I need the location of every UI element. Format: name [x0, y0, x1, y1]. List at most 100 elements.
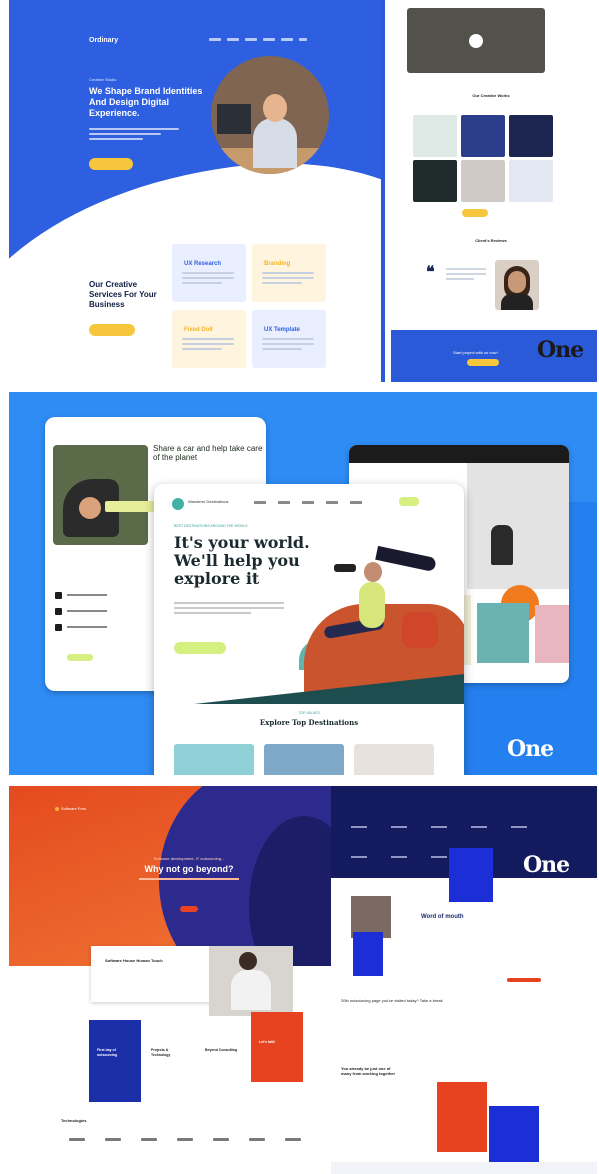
beyond-text: You already be just one of many from wor… — [341, 1066, 396, 1076]
footer-strip — [331, 1162, 597, 1174]
hero-headline: Why not go beyond? — [144, 864, 234, 874]
carshare-feature-list — [55, 572, 115, 640]
work-thumbnail[interactable] — [509, 160, 553, 202]
hero-photo-man-at-desk — [211, 56, 329, 174]
hero-cta-button[interactable] — [89, 158, 133, 170]
showcase-panel-software: Software Pros Software development, IT o… — [9, 786, 597, 1174]
agency-nav: Ordinary — [89, 37, 341, 49]
hero-headline: It's your world. We'll help you explore … — [174, 533, 310, 588]
more-works-button[interactable] — [462, 209, 488, 217]
showcase-panel-travel: Share a car and help take care of the pl… — [9, 392, 597, 775]
intro-card-title: Software House Human Touch — [105, 958, 163, 963]
highlight-tile[interactable] — [449, 848, 493, 902]
intro-card: Software House Human Touch — [91, 946, 213, 1002]
agency-portfolio-page: Our Creative Works Client's Reviews ❝ St… — [385, 0, 597, 382]
nav-item[interactable] — [278, 501, 290, 504]
hero-cta-button[interactable] — [174, 642, 226, 654]
illustration-hair — [375, 545, 437, 573]
nav-item[interactable] — [209, 38, 221, 41]
service-tile[interactable]: Let's talk! — [251, 1012, 303, 1082]
team-photo — [209, 946, 293, 1016]
work-thumbnail[interactable] — [413, 160, 457, 202]
travel-logo-text: Wanderer Destinations — [188, 499, 229, 504]
binoculars-icon — [334, 564, 356, 572]
destination-card[interactable] — [174, 744, 254, 775]
play-icon[interactable] — [469, 34, 483, 48]
carshare-button[interactable] — [67, 654, 93, 661]
artwork — [477, 603, 529, 663]
one-brand-logo: One — [523, 852, 570, 878]
quote-icon: ❝ — [426, 264, 435, 281]
feature-icon — [55, 608, 62, 615]
team-meeting-photo — [407, 8, 545, 73]
destination-card[interactable] — [264, 744, 344, 775]
nav-item[interactable] — [302, 501, 314, 504]
service-card[interactable]: Fixed Doll — [172, 310, 246, 368]
nav-item[interactable] — [326, 501, 338, 504]
illustration-body — [359, 582, 385, 628]
team-card[interactable] — [437, 1082, 487, 1152]
software-logo[interactable]: Software Pros — [61, 806, 86, 811]
nav-item[interactable] — [350, 501, 362, 504]
illustration-head — [364, 562, 382, 582]
word-of-mouth-title: Word of mouth — [421, 914, 464, 920]
work-thumbnail[interactable] — [509, 115, 553, 157]
works-title: Our Creative Works — [472, 93, 510, 98]
showcase-panel-agency: Ordinary Creative Studio We Shape Brand … — [9, 0, 597, 382]
agency-landing-page: Ordinary Creative Studio We Shape Brand … — [9, 0, 381, 382]
service-card-title: UX Research — [184, 261, 222, 267]
service-card[interactable]: Branding — [252, 244, 326, 302]
feature-icon — [55, 624, 62, 631]
services-title: Our Creative Services For Your Business — [89, 280, 157, 309]
hero-paragraph — [174, 602, 284, 617]
hero-headline: We Shape Brand Identities And Design Dig… — [89, 86, 203, 118]
service-tile[interactable]: Beyond Consulting — [197, 1020, 249, 1102]
feature-icon — [55, 592, 62, 599]
work-thumbnail[interactable] — [413, 115, 457, 157]
car-photo — [53, 445, 148, 545]
signup-button[interactable] — [399, 497, 419, 506]
nav-item[interactable] — [245, 38, 257, 41]
nav-item[interactable] — [281, 38, 293, 41]
one-brand-logo: One — [537, 337, 584, 363]
explore-title: Explore Top Destinations — [259, 718, 359, 727]
service-card[interactable]: UX Template — [252, 310, 326, 368]
service-card[interactable]: UX Research — [172, 244, 246, 302]
nav-item[interactable] — [254, 501, 266, 504]
service-tile-title: Projects & Technology — [151, 1048, 171, 1057]
reviews-title: Client's Reviews — [475, 238, 507, 243]
illustration-backpack — [402, 612, 438, 648]
technologies-title: Technologies — [61, 1118, 87, 1123]
gallery-photo — [467, 463, 569, 589]
hero-eyebrow: Creative Studio — [89, 77, 117, 82]
service-card-title: Branding — [264, 261, 291, 267]
hero-cta-button[interactable] — [180, 906, 198, 912]
service-tile-title: First day of outsourcing — [97, 1048, 118, 1057]
break-line: 20th outsourcing page you've visited tod… — [341, 998, 443, 1003]
nav-item[interactable] — [263, 38, 275, 41]
service-card-title: UX Template — [264, 327, 300, 333]
services-button[interactable] — [89, 324, 135, 336]
review-text — [446, 268, 486, 283]
hero-tagline: Software development, IT outsourcing... — [153, 856, 225, 861]
destination-card[interactable] — [354, 744, 434, 775]
search-icon[interactable] — [299, 38, 307, 41]
service-tile[interactable]: First day of outsourcing — [89, 1020, 141, 1102]
hero-eyebrow: BEST DESTINATIONS AROUND THE WORLD — [174, 524, 248, 528]
one-brand-logo: One — [507, 736, 554, 762]
service-card-title: Fixed Doll — [184, 327, 213, 333]
testimonial-badge — [353, 932, 383, 976]
testimonial-button[interactable] — [507, 978, 541, 982]
footer-cta-button[interactable] — [467, 359, 499, 366]
work-thumbnail[interactable] — [461, 160, 505, 202]
agency-logo[interactable]: Ordinary — [89, 37, 118, 44]
service-tile-title: Beyond Consulting — [205, 1048, 238, 1052]
service-tile-title: Let's talk! — [259, 1040, 276, 1044]
explore-eyebrow: TOP VALUES — [298, 711, 320, 715]
nav-item[interactable] — [227, 38, 239, 41]
travel-logo-icon[interactable] — [172, 498, 184, 510]
software-logo-icon[interactable] — [55, 807, 59, 811]
work-thumbnail[interactable] — [461, 115, 505, 157]
service-tile[interactable]: Projects & Technology — [143, 1020, 195, 1102]
travel-landing-page: Wanderer Destinations BEST DESTINATIONS … — [154, 484, 464, 775]
